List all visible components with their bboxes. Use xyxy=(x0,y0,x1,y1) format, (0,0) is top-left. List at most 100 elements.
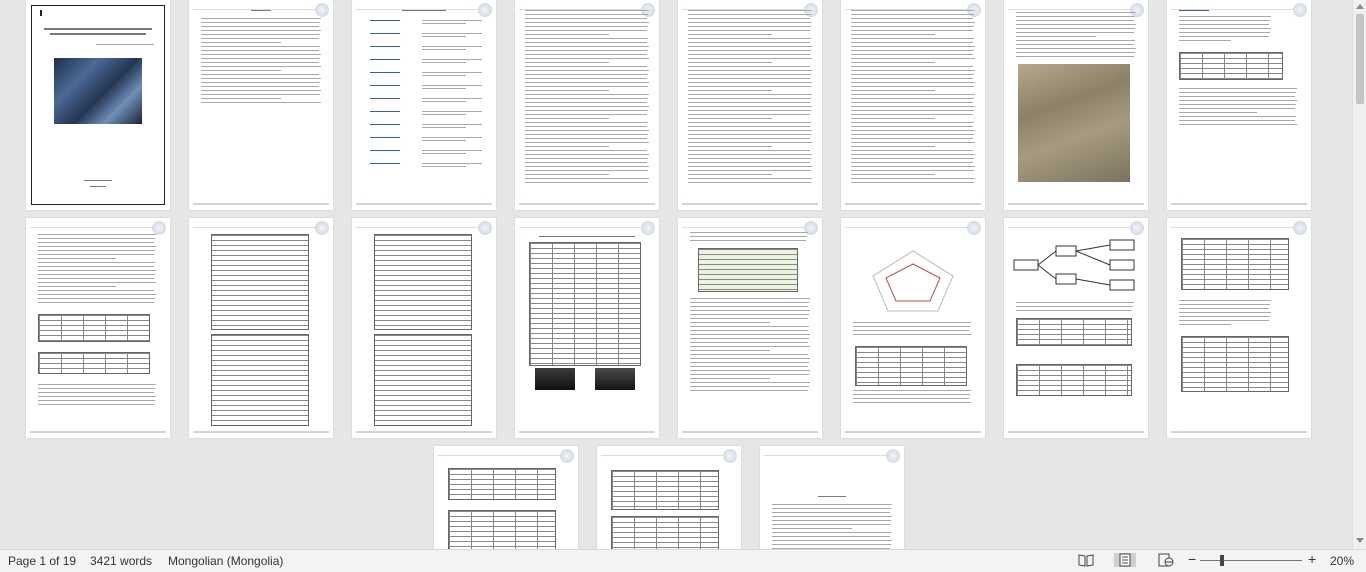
zoom-in-button[interactable]: + xyxy=(1308,552,1316,566)
cover-mark xyxy=(40,10,42,16)
vertical-scrollbar[interactable] xyxy=(1352,0,1366,549)
text-line xyxy=(688,38,811,39)
page-thumbnail[interactable] xyxy=(597,446,741,549)
text-line xyxy=(853,390,971,391)
zoom-slider-thumb[interactable] xyxy=(1220,555,1224,566)
data-table xyxy=(1016,318,1132,346)
text-line xyxy=(201,82,320,83)
data-table xyxy=(611,470,719,510)
equipment-table xyxy=(529,242,641,366)
text-line xyxy=(688,50,811,51)
document-canvas[interactable] xyxy=(0,0,1352,549)
map-photo xyxy=(1018,64,1130,182)
text-line xyxy=(201,34,320,35)
text-line xyxy=(1016,32,1134,33)
zoom-slider[interactable] xyxy=(1200,555,1302,566)
page-thumbnail[interactable] xyxy=(515,218,659,438)
page-thumbnail[interactable] xyxy=(841,0,985,210)
page-thumbnail[interactable] xyxy=(760,446,904,549)
footer-rule xyxy=(193,431,329,433)
flow-diagram xyxy=(1013,239,1135,291)
zoom-level[interactable]: 20% xyxy=(1330,554,1354,568)
page-thumbnail[interactable] xyxy=(189,0,333,210)
text-line xyxy=(525,70,649,71)
field-value-line xyxy=(422,166,466,167)
zoom-out-button[interactable]: − xyxy=(1188,552,1196,566)
page-thumbnail[interactable] xyxy=(352,0,496,210)
footer-rule xyxy=(519,203,655,205)
cover-photo xyxy=(54,58,142,124)
page-thumbnail[interactable] xyxy=(1004,0,1148,210)
text-line xyxy=(690,370,810,371)
text-line xyxy=(1179,96,1295,97)
text-line xyxy=(690,322,770,323)
text-line xyxy=(690,302,809,303)
page-footer xyxy=(1171,429,1307,435)
text-line xyxy=(851,138,973,139)
scroll-thumb[interactable] xyxy=(1356,14,1364,104)
header-rule xyxy=(845,227,967,228)
text-line xyxy=(688,62,772,63)
header-rule xyxy=(1171,227,1293,228)
text-line xyxy=(525,22,649,23)
text-line xyxy=(851,102,973,103)
text-line xyxy=(1016,52,1135,53)
text-line xyxy=(688,106,812,107)
page-thumbnail[interactable] xyxy=(26,0,170,210)
word-count[interactable]: 3421 words xyxy=(90,554,152,568)
text-line xyxy=(688,110,811,111)
text-line xyxy=(851,110,974,111)
scroll-up-arrow[interactable] xyxy=(1356,4,1364,9)
page-icon[interactable] xyxy=(1114,553,1136,567)
text-line xyxy=(525,38,648,39)
text-line xyxy=(1179,28,1271,29)
text-line xyxy=(38,294,156,295)
section-title-line xyxy=(818,496,846,497)
footer-rule xyxy=(519,431,655,433)
page-thumbnail[interactable] xyxy=(678,218,822,438)
text-line xyxy=(688,14,811,15)
page-thumbnail[interactable] xyxy=(515,0,659,210)
page-thumbnail[interactable] xyxy=(189,218,333,438)
text-line xyxy=(851,170,974,171)
page-thumbnail[interactable] xyxy=(1167,218,1311,438)
page-counter[interactable]: Page 1 of 19 xyxy=(8,554,76,568)
text-line xyxy=(690,386,809,387)
page-thumbnail[interactable] xyxy=(434,446,578,549)
green-table xyxy=(698,248,798,292)
book-icon[interactable] xyxy=(1078,553,1094,567)
page-thumbnail[interactable] xyxy=(678,0,822,210)
text-line xyxy=(688,122,811,123)
language-indicator[interactable]: Mongolian (Mongolia) xyxy=(168,554,283,568)
page-thumbnail[interactable] xyxy=(352,218,496,438)
web-icon[interactable] xyxy=(1158,553,1174,567)
text-line xyxy=(690,318,808,319)
footer-rule xyxy=(1171,203,1307,205)
text-line xyxy=(1016,310,1132,311)
text-line xyxy=(851,158,974,159)
text-line xyxy=(525,158,648,159)
text-line xyxy=(201,26,319,27)
page-thumbnail[interactable] xyxy=(1004,218,1148,438)
text-line xyxy=(38,384,156,385)
text-line xyxy=(851,162,973,163)
header-logo-icon xyxy=(1130,3,1144,17)
text-line xyxy=(525,178,649,179)
scroll-down-arrow[interactable] xyxy=(1356,538,1364,543)
text-line xyxy=(38,262,155,263)
text-line xyxy=(688,134,811,135)
page-thumbnail[interactable] xyxy=(841,218,985,438)
text-line xyxy=(1179,300,1271,301)
page-thumbnail[interactable] xyxy=(26,218,170,438)
status-bar: Page 1 of 19 3421 words Mongolian (Mongo… xyxy=(0,549,1366,572)
text-line xyxy=(1016,302,1134,303)
text-line xyxy=(38,302,154,303)
page-thumbnail[interactable] xyxy=(1167,0,1311,210)
text-line xyxy=(1016,48,1136,49)
text-line xyxy=(851,22,975,23)
text-line xyxy=(851,146,935,147)
header-rule xyxy=(193,227,315,228)
text-line xyxy=(690,390,808,391)
text-line xyxy=(690,240,806,241)
text-line xyxy=(688,70,812,71)
